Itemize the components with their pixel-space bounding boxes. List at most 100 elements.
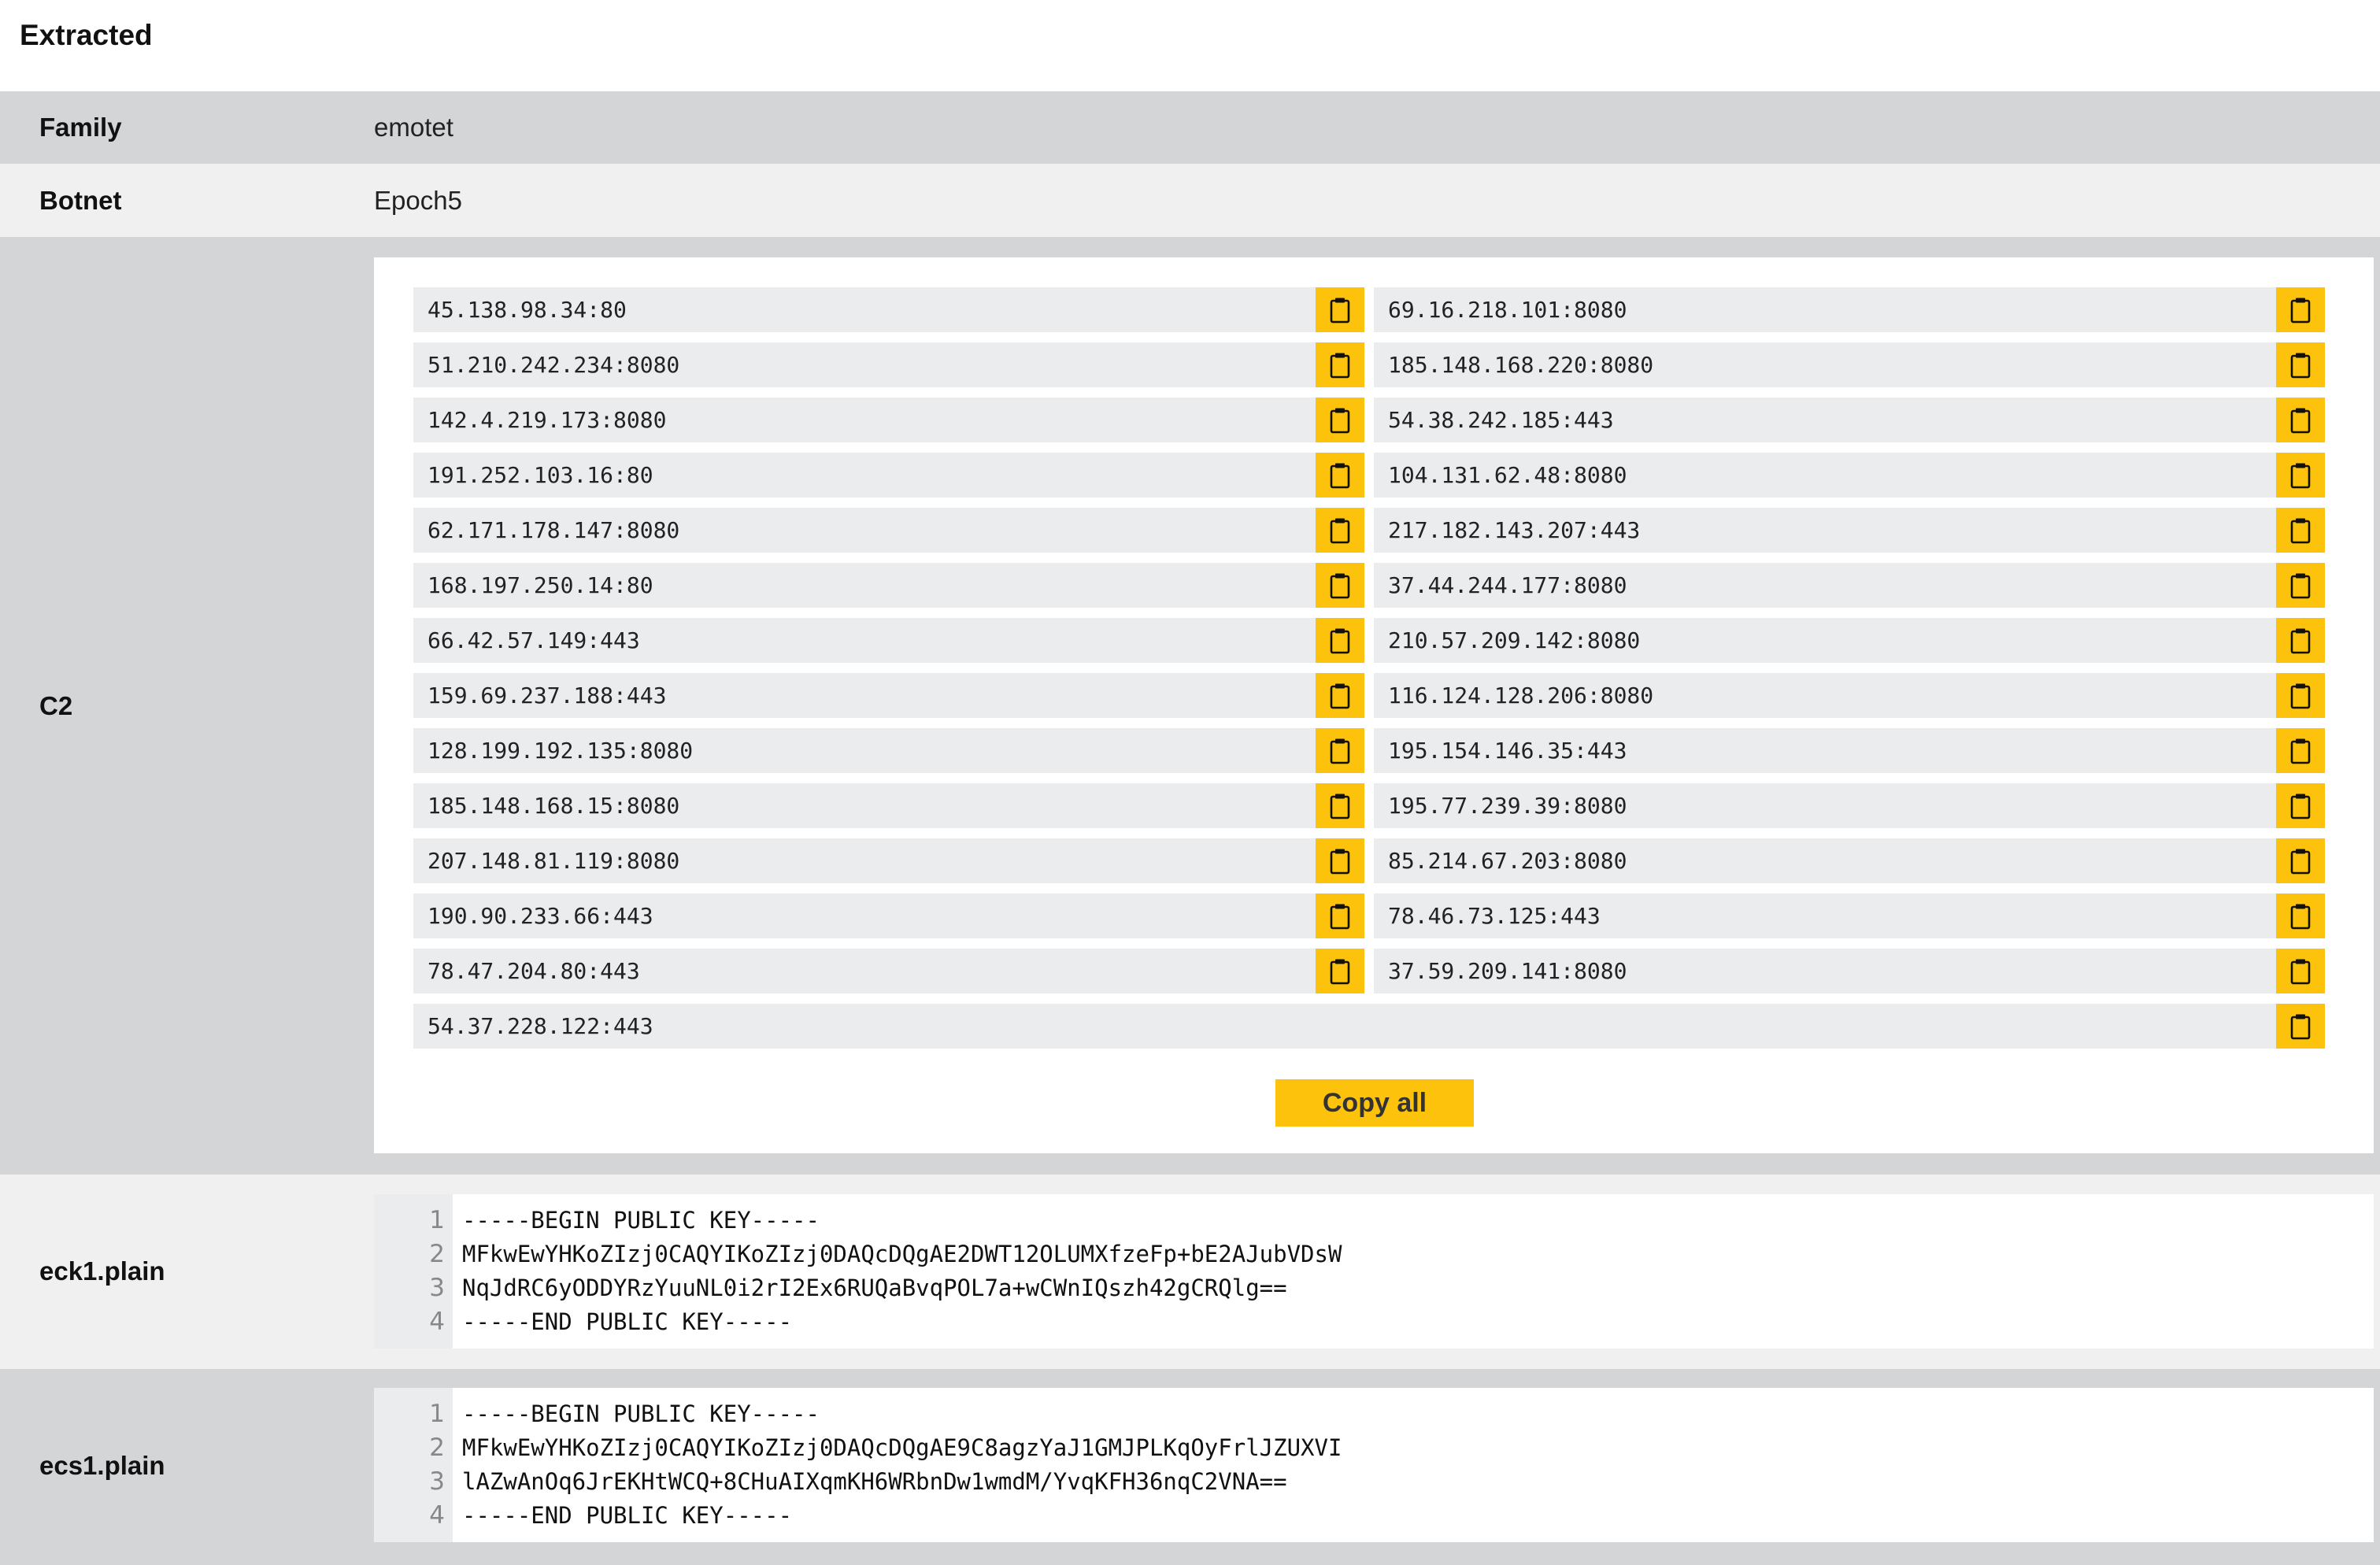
c2-address: 45.138.98.34:80	[428, 297, 627, 323]
copy-address-button[interactable]	[2276, 1004, 2325, 1049]
c2-address: 207.148.81.119:8080	[428, 848, 680, 874]
c2-address: 185.148.168.220:8080	[1388, 352, 1654, 378]
clipboard-icon	[2290, 518, 2311, 543]
ecs1-label: ecs1.plain	[39, 1451, 165, 1480]
eck1-code-block[interactable]: 1 -----BEGIN PUBLIC KEY----- 2 MFkwEwYHKoZI…	[374, 1194, 2374, 1349]
c2-entry: 51.210.242.234:8080	[413, 342, 1317, 387]
botnet-row: Botnet Epoch5	[0, 164, 2380, 237]
copy-address-button[interactable]	[1316, 838, 1364, 883]
copy-address-button[interactable]	[1316, 508, 1364, 553]
clipboard-icon	[2290, 298, 2311, 323]
clipboard-icon	[2290, 628, 2311, 653]
c2-address: 210.57.209.142:8080	[1388, 627, 1641, 653]
c2-entry: 85.214.67.203:8080	[1374, 838, 2279, 883]
c2-entry: 54.38.242.185:443	[1374, 398, 2279, 442]
c2-address: 168.197.250.14:80	[428, 572, 653, 598]
copy-address-button[interactable]	[2276, 783, 2325, 828]
ecs1-code-block[interactable]: 1 -----BEGIN PUBLIC KEY----- 2 MFkwEwYHKoZI…	[374, 1388, 2374, 1542]
c2-entry: 62.171.178.147:8080	[413, 508, 1317, 553]
code-line: MFkwEwYHKoZIzj0CAQYIKoZIzj0DAQcDQgAE9C8a…	[462, 1434, 1342, 1461]
c2-entry: 210.57.209.142:8080	[1374, 618, 2279, 663]
copy-address-button[interactable]	[1316, 563, 1364, 608]
c2-entry: 69.16.218.101:8080	[1374, 287, 2279, 332]
code-line: MFkwEwYHKoZIzj0CAQYIKoZIzj0DAQcDQgAE2DWT…	[462, 1241, 1342, 1267]
c2-address: 78.46.73.125:443	[1388, 903, 1601, 929]
line-number: 1	[429, 1206, 445, 1234]
c2-entry: 37.59.209.141:8080	[1374, 949, 2279, 993]
c2-entry: 185.148.168.220:8080	[1374, 342, 2279, 387]
copy-address-button[interactable]	[2276, 342, 2325, 387]
copy-all-button[interactable]: Copy all	[1275, 1079, 1474, 1127]
clipboard-icon	[2290, 1014, 2311, 1039]
c2-label: C2	[39, 691, 73, 720]
c2-address: 66.42.57.149:443	[428, 627, 640, 653]
c2-address: 191.252.103.16:80	[428, 462, 653, 488]
code-line: NqJdRC6yODDYRzYuuNL0i2rI2Ex6RUQaBvqPOL7a…	[462, 1275, 1287, 1301]
copy-address-button[interactable]	[2276, 893, 2325, 938]
c2-address: 37.44.244.177:8080	[1388, 572, 1627, 598]
c2-entry: 104.131.62.48:8080	[1374, 453, 2279, 498]
c2-address: 62.171.178.147:8080	[428, 517, 680, 543]
copy-address-button[interactable]	[2276, 508, 2325, 553]
copy-address-button[interactable]	[2276, 287, 2325, 332]
copy-address-button[interactable]	[1316, 949, 1364, 993]
code-line: -----BEGIN PUBLIC KEY-----	[462, 1400, 820, 1427]
c2-address: 159.69.237.188:443	[428, 683, 667, 709]
copy-address-button[interactable]	[1316, 728, 1364, 773]
c2-entry: 190.90.233.66:443	[413, 893, 1317, 938]
c2-entry: 78.46.73.125:443	[1374, 893, 2279, 938]
copy-address-button[interactable]	[2276, 618, 2325, 663]
c2-list-panel: Copy all 45.138.98.34:80 51.210.242.234:8…	[374, 257, 2374, 1153]
c2-address: 104.131.62.48:8080	[1388, 462, 1627, 488]
c2-address: 190.90.233.66:443	[428, 903, 653, 929]
copy-address-button[interactable]	[1316, 453, 1364, 498]
copy-address-button[interactable]	[1316, 398, 1364, 442]
clipboard-icon	[2290, 408, 2311, 433]
copy-address-button[interactable]	[2276, 398, 2325, 442]
copy-address-button[interactable]	[1316, 618, 1364, 663]
c2-entry: 168.197.250.14:80	[413, 563, 1317, 608]
c2-address: 78.47.204.80:443	[428, 958, 640, 984]
family-value: emotet	[374, 113, 453, 142]
c2-entry: 128.199.192.135:8080	[413, 728, 1317, 773]
clipboard-icon	[1330, 738, 1350, 764]
copy-address-button[interactable]	[2276, 563, 2325, 608]
copy-address-button[interactable]	[2276, 453, 2325, 498]
c2-entry: 45.138.98.34:80	[413, 287, 1317, 332]
clipboard-icon	[1330, 683, 1350, 709]
c2-entry: 142.4.219.173:8080	[413, 398, 1317, 442]
code-line: -----END PUBLIC KEY-----	[462, 1308, 793, 1335]
clipboard-icon	[2290, 353, 2311, 378]
copy-address-button[interactable]	[1316, 287, 1364, 332]
c2-address: 51.210.242.234:8080	[428, 352, 680, 378]
c2-entry: 191.252.103.16:80	[413, 453, 1317, 498]
c2-entry: 207.148.81.119:8080	[413, 838, 1317, 883]
c2-address: 54.37.228.122:443	[428, 1013, 653, 1039]
code-line: -----END PUBLIC KEY-----	[462, 1502, 793, 1529]
code-line: lAZwAnOq6JrEKHtWCQ+8CHuAIXqmKH6WRbnDw1wm…	[462, 1468, 1287, 1495]
copy-address-button[interactable]	[2276, 673, 2325, 718]
c2-address: 217.182.143.207:443	[1388, 517, 1641, 543]
clipboard-icon	[2290, 904, 2311, 929]
clipboard-icon	[2290, 959, 2311, 984]
c2-entry: 195.77.239.39:8080	[1374, 783, 2279, 828]
c2-entry: 116.124.128.206:8080	[1374, 673, 2279, 718]
copy-address-button[interactable]	[1316, 893, 1364, 938]
copy-address-button[interactable]	[2276, 949, 2325, 993]
line-number: 3	[429, 1274, 445, 1302]
c2-address: 128.199.192.135:8080	[428, 738, 694, 764]
clipboard-icon	[1330, 959, 1350, 984]
c2-address: 54.38.242.185:443	[1388, 407, 1614, 433]
c2-entry: 37.44.244.177:8080	[1374, 563, 2279, 608]
copy-address-button[interactable]	[2276, 728, 2325, 773]
code-line: -----BEGIN PUBLIC KEY-----	[462, 1207, 820, 1234]
line-number: 4	[429, 1501, 445, 1530]
copy-address-button[interactable]	[1316, 673, 1364, 718]
clipboard-icon	[2290, 849, 2311, 874]
c2-address: 142.4.219.173:8080	[428, 407, 667, 433]
c2-entry: 66.42.57.149:443	[413, 618, 1317, 663]
copy-address-button[interactable]	[1316, 342, 1364, 387]
copy-address-button[interactable]	[1316, 783, 1364, 828]
copy-address-button[interactable]	[2276, 838, 2325, 883]
clipboard-icon	[1330, 518, 1350, 543]
